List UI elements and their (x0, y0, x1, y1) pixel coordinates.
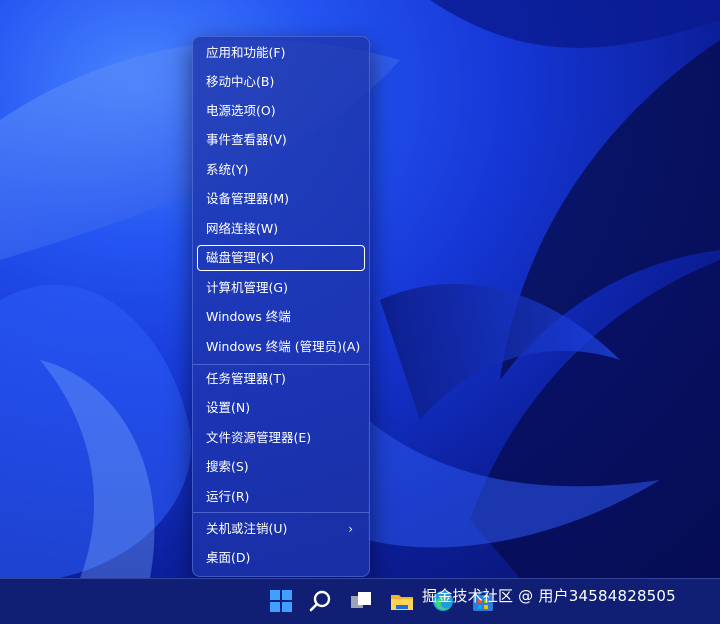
menu-item-desktop[interactable]: 桌面(D) (197, 545, 365, 571)
menu-item-label: 磁盘管理(K) (206, 250, 274, 265)
menu-item-label: Windows 终端 (管理员)(A) (206, 339, 361, 354)
menu-item-label: 任务管理器(T) (206, 371, 286, 386)
menu-item-run[interactable]: 运行(R) (197, 484, 365, 510)
menu-item-apps-and-features[interactable]: 应用和功能(F) (197, 40, 365, 66)
menu-separator (193, 364, 369, 365)
menu-item-settings[interactable]: 设置(N) (197, 395, 365, 421)
menu-item-file-explorer[interactable]: 文件资源管理器(E) (197, 425, 365, 451)
menu-item-label: 桌面(D) (206, 550, 251, 565)
menu-item-label: 运行(R) (206, 489, 250, 504)
windows-start-icon[interactable] (268, 588, 294, 614)
winx-context-menu: 应用和功能(F) 移动中心(B) 电源选项(O) 事件查看器(V) 系统(Y) … (192, 36, 370, 577)
menu-item-label: 事件查看器(V) (206, 132, 287, 147)
menu-item-label: 设置(N) (206, 400, 251, 415)
menu-separator (193, 512, 369, 513)
menu-item-device-manager[interactable]: 设备管理器(M) (197, 186, 365, 212)
menu-item-computer-management[interactable]: 计算机管理(G) (197, 275, 365, 301)
menu-item-network-connections[interactable]: 网络连接(W) (197, 216, 365, 242)
menu-item-label: 移动中心(B) (206, 74, 275, 89)
menu-item-label: 应用和功能(F) (206, 45, 286, 60)
menu-item-label: 计算机管理(G) (206, 280, 288, 295)
menu-item-windows-terminal[interactable]: Windows 终端 (197, 304, 365, 330)
menu-item-label: 文件资源管理器(E) (206, 430, 312, 445)
desktop-wallpaper: 应用和功能(F) 移动中心(B) 电源选项(O) 事件查看器(V) 系统(Y) … (0, 0, 720, 578)
menu-item-system[interactable]: 系统(Y) (197, 157, 365, 183)
menu-item-label: Windows 终端 (206, 309, 291, 324)
menu-item-label: 关机或注销(U) (206, 521, 288, 536)
menu-item-windows-terminal-admin[interactable]: Windows 终端 (管理员)(A) (197, 334, 365, 360)
task-view-icon[interactable] (348, 588, 374, 614)
menu-item-search[interactable]: 搜索(S) (197, 454, 365, 480)
chevron-right-icon: › (348, 522, 353, 536)
menu-item-label: 设备管理器(M) (206, 191, 290, 206)
file-explorer-icon[interactable] (389, 588, 415, 614)
menu-item-label: 电源选项(O) (206, 103, 276, 118)
menu-item-shutdown-or-signout[interactable]: 关机或注销(U) › (197, 516, 365, 542)
menu-item-label: 网络连接(W) (206, 221, 279, 236)
menu-item-mobility-center[interactable]: 移动中心(B) (197, 69, 365, 95)
watermark-text: 掘金技术社区 @ 用户34584828505 (422, 587, 676, 605)
menu-item-power-options[interactable]: 电源选项(O) (197, 98, 365, 124)
menu-item-event-viewer[interactable]: 事件查看器(V) (197, 127, 365, 153)
menu-item-disk-management[interactable]: 磁盘管理(K) (197, 245, 365, 271)
menu-item-label: 搜索(S) (206, 459, 249, 474)
menu-item-label: 系统(Y) (206, 162, 249, 177)
search-icon[interactable] (308, 588, 334, 614)
menu-item-task-manager[interactable]: 任务管理器(T) (197, 366, 365, 392)
